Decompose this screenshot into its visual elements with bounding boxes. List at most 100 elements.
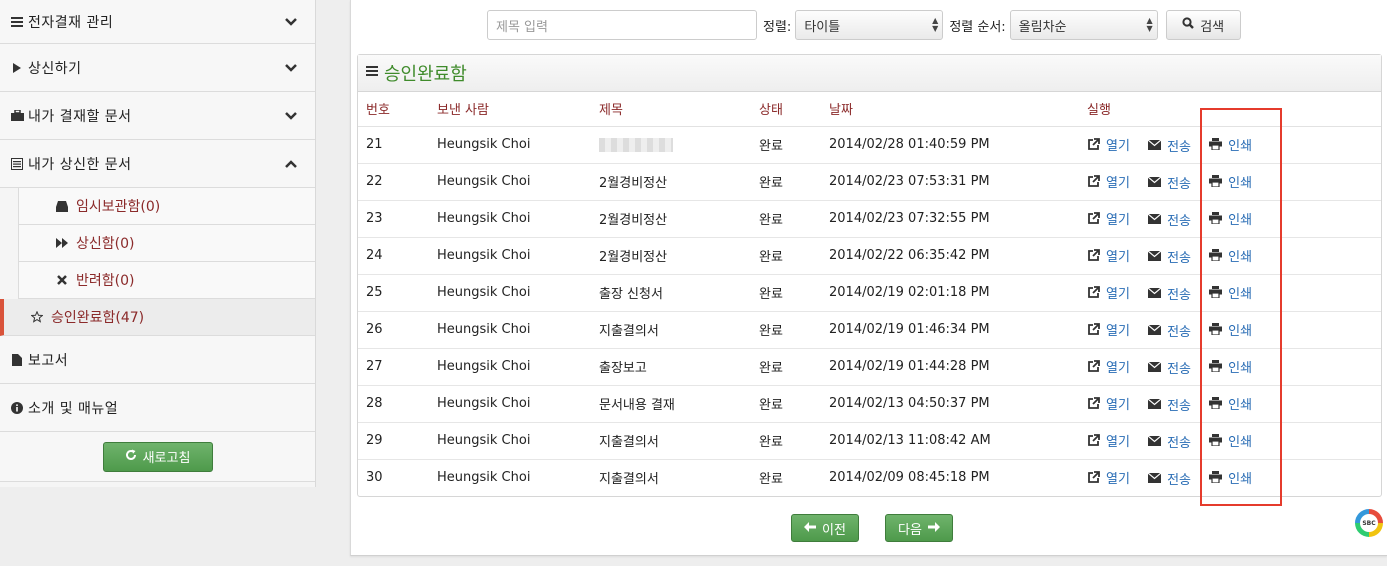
print-link[interactable]: 인쇄 [1228, 394, 1252, 413]
send-link[interactable]: 전송 [1167, 136, 1191, 155]
next-button[interactable]: 다음 [885, 514, 953, 542]
chevron-down-icon[interactable] [285, 62, 297, 74]
sidebar-item-drafts[interactable]: 임시보관함(0) [18, 188, 315, 225]
nav-group-submit[interactable]: 상신하기 [0, 44, 315, 92]
send-action[interactable]: 전송 [1148, 210, 1191, 229]
open-link[interactable]: 열기 [1106, 172, 1130, 191]
open-action[interactable]: 열기 [1087, 283, 1130, 302]
print-link[interactable]: 인쇄 [1228, 320, 1252, 339]
print-action[interactable]: 인쇄 [1209, 246, 1252, 265]
refresh-icon [125, 449, 137, 465]
send-link[interactable]: 전송 [1167, 247, 1191, 266]
print-link[interactable]: 인쇄 [1228, 246, 1252, 265]
open-link[interactable]: 열기 [1106, 394, 1130, 413]
cell-date: 2014/02/23 07:32:55 PM [829, 200, 1087, 238]
send-action[interactable]: 전송 [1148, 395, 1191, 414]
sidebar-item-submitted[interactable]: 상신함(0) [18, 225, 315, 262]
send-link[interactable]: 전송 [1167, 358, 1191, 377]
print-action[interactable]: 인쇄 [1209, 431, 1252, 450]
open-link[interactable]: 열기 [1106, 468, 1130, 487]
print-link[interactable]: 인쇄 [1228, 357, 1252, 376]
open-link[interactable]: 열기 [1106, 246, 1130, 265]
send-link[interactable]: 전송 [1167, 210, 1191, 229]
send-action[interactable]: 전송 [1148, 247, 1191, 266]
cell-title: 출장보고 [599, 348, 759, 386]
nav-group-to-approve[interactable]: 내가 결재할 문서 [0, 92, 315, 140]
print-action[interactable]: 인쇄 [1209, 172, 1252, 191]
open-action[interactable]: 열기 [1087, 394, 1130, 413]
nav-group-label: 내가 결재할 문서 [28, 108, 132, 125]
chevron-up-icon[interactable] [285, 158, 297, 170]
open-link[interactable]: 열기 [1106, 135, 1130, 154]
send-action[interactable]: 전송 [1148, 321, 1191, 340]
briefcase-icon [10, 109, 24, 123]
sidebar-item-approved[interactable]: 승인완료함(47) [0, 299, 315, 336]
external-link-icon [1087, 286, 1100, 299]
order-select-value: 올림차순 [1018, 19, 1067, 35]
print-action[interactable]: 인쇄 [1209, 468, 1252, 487]
send-link[interactable]: 전송 [1167, 321, 1191, 340]
open-action[interactable]: 열기 [1087, 320, 1130, 339]
print-link[interactable]: 인쇄 [1228, 431, 1252, 450]
table-row: 30 Heungsik Choi 지출결의서 완료 2014/02/09 08:… [358, 459, 1381, 496]
print-link[interactable]: 인쇄 [1228, 209, 1252, 228]
send-action[interactable]: 전송 [1148, 432, 1191, 451]
open-action[interactable]: 열기 [1087, 246, 1130, 265]
nav-group-label: 내가 상신한 문서 [28, 156, 132, 173]
open-link[interactable]: 열기 [1106, 209, 1130, 228]
send-link[interactable]: 전송 [1167, 395, 1191, 414]
print-action[interactable]: 인쇄 [1209, 135, 1252, 154]
open-link[interactable]: 열기 [1106, 357, 1130, 376]
nav-group-about[interactable]: 소개 및 매뉴얼 [0, 384, 315, 432]
cell-title-redacted [599, 126, 759, 164]
refresh-button[interactable]: 새로고침 [102, 441, 213, 472]
printer-icon [1209, 360, 1223, 373]
open-action[interactable]: 열기 [1087, 172, 1130, 191]
cell-actions: 열기 전송 인쇄 [1087, 126, 1381, 164]
prev-button[interactable]: 이전 [791, 514, 859, 542]
print-link[interactable]: 인쇄 [1228, 135, 1252, 154]
send-action[interactable]: 전송 [1148, 358, 1191, 377]
order-select[interactable]: 올림차순 ▲ ▼ [1009, 10, 1158, 40]
chevron-down-icon[interactable] [285, 110, 297, 122]
select-arrows-icon: ▲ ▼ [932, 16, 939, 33]
print-action[interactable]: 인쇄 [1209, 394, 1252, 413]
open-link[interactable]: 열기 [1106, 431, 1130, 450]
send-action[interactable]: 전송 [1148, 284, 1191, 303]
print-link[interactable]: 인쇄 [1228, 283, 1252, 302]
chevron-down-icon[interactable] [285, 16, 297, 28]
sidebar-item-rejected[interactable]: 반려함(0) [18, 262, 315, 299]
open-link[interactable]: 열기 [1106, 283, 1130, 302]
print-link[interactable]: 인쇄 [1228, 172, 1252, 191]
cell-status: 완료 [759, 237, 829, 275]
open-link[interactable]: 열기 [1106, 320, 1130, 339]
open-action[interactable]: 열기 [1087, 431, 1130, 450]
cell-sender: Heungsik Choi [437, 200, 599, 238]
sort-select[interactable]: 타이틀 ▲ ▼ [795, 10, 944, 40]
nav-group-report[interactable]: 보고서 [0, 336, 315, 384]
open-action[interactable]: 열기 [1087, 209, 1130, 228]
main-content: 제목 입력 정렬: 타이틀 ▲ ▼ 정렬 순서: 올림차순 ▲ ▼ 검색 승인완료함 [350, 0, 1387, 556]
open-action[interactable]: 열기 [1087, 468, 1130, 487]
open-action[interactable]: 열기 [1087, 135, 1130, 154]
print-action[interactable]: 인쇄 [1209, 283, 1252, 302]
cell-actions: 열기 전송 인쇄 [1087, 200, 1381, 238]
send-link[interactable]: 전송 [1167, 173, 1191, 192]
send-link[interactable]: 전송 [1167, 432, 1191, 451]
print-action[interactable]: 인쇄 [1209, 320, 1252, 339]
send-action[interactable]: 전송 [1148, 173, 1191, 192]
send-action[interactable]: 전송 [1148, 469, 1191, 488]
search-input[interactable]: 제목 입력 [487, 10, 757, 40]
external-link-icon [1087, 175, 1100, 188]
print-action[interactable]: 인쇄 [1209, 357, 1252, 376]
open-action[interactable]: 열기 [1087, 357, 1130, 376]
col-header-sender: 보낸 사람 [437, 92, 599, 127]
send-link[interactable]: 전송 [1167, 469, 1191, 488]
print-action[interactable]: 인쇄 [1209, 209, 1252, 228]
nav-group-approval-management[interactable]: 전자결재 관리 [0, 0, 315, 44]
send-link[interactable]: 전송 [1167, 284, 1191, 303]
search-button[interactable]: 검색 [1165, 10, 1241, 40]
nav-group-my-submitted[interactable]: 내가 상신한 문서 [0, 140, 315, 188]
print-link[interactable]: 인쇄 [1228, 468, 1252, 487]
send-action[interactable]: 전송 [1148, 136, 1191, 155]
